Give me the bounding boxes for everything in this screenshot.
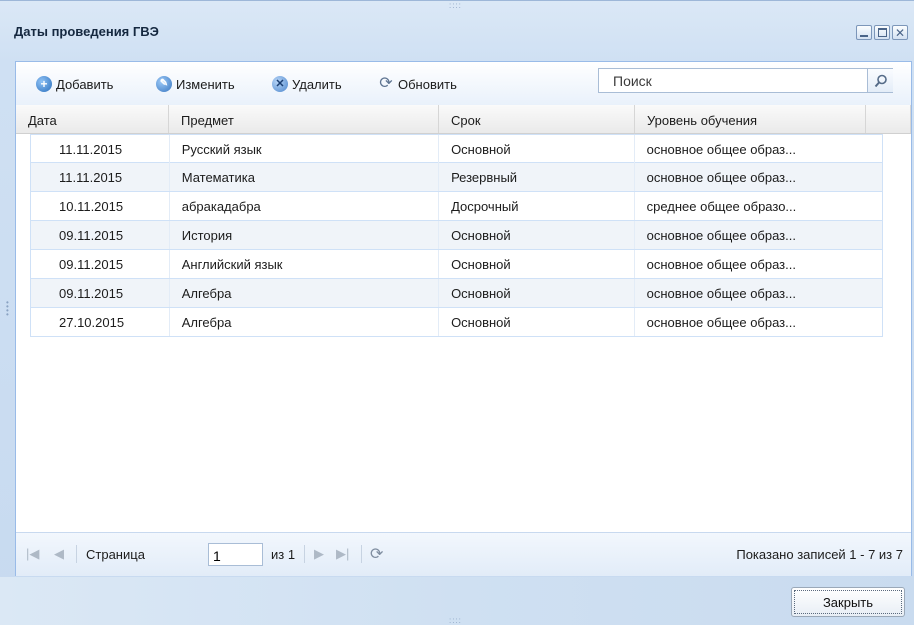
cell-date: 27.10.2015 — [31, 308, 170, 336]
column-header-spacer — [866, 105, 911, 133]
table-row[interactable]: 11.11.2015 Математика Резервный основное… — [30, 163, 883, 192]
page-count-label: из 1 — [271, 547, 296, 562]
cell-date: 11.11.2015 — [31, 163, 170, 191]
column-header-subject[interactable]: Предмет — [169, 105, 439, 133]
refresh-page-icon[interactable]: ⟳ — [370, 544, 383, 564]
dialog-window: :::: Даты проведения ГВЭ ✕ • • • • + Добави… — [0, 0, 914, 625]
delete-button-label: Удалить — [292, 76, 342, 92]
first-page-icon[interactable]: |◀ — [26, 546, 39, 562]
window-controls: ✕ — [856, 25, 908, 40]
add-button[interactable]: + Добавить — [36, 74, 113, 94]
edit-button-label: Изменить — [176, 76, 235, 92]
cell-date: 09.11.2015 — [31, 221, 170, 249]
cell-subject: История — [170, 221, 440, 249]
x-circle-icon: ✕ — [272, 76, 288, 92]
last-page-icon[interactable]: ▶| — [336, 546, 349, 562]
data-grid: Дата Предмет Срок Уровень обучения 11.11… — [16, 105, 911, 337]
cell-term: Основной — [439, 279, 635, 307]
search-box — [598, 68, 893, 93]
refresh-button[interactable]: ⟳ Обновить — [378, 74, 457, 94]
minimize-button[interactable] — [856, 25, 872, 40]
cell-term: Резервный — [439, 163, 635, 191]
table-row[interactable]: 11.11.2015 Русский язык Основной основно… — [30, 134, 883, 163]
cell-subject: Алгебра — [170, 308, 440, 336]
refresh-icon: ⟳ — [379, 75, 393, 92]
cell-term: Основной — [439, 250, 635, 278]
close-window-button[interactable]: ✕ — [892, 25, 908, 40]
cell-level: основное общее образ... — [646, 257, 796, 272]
add-button-label: Добавить — [56, 76, 114, 92]
cell-level: среднее общее образо... — [646, 199, 797, 214]
resize-grip-left[interactable]: • • • • — [6, 299, 9, 319]
pager-separator — [304, 545, 305, 563]
cell-level: основное общее образ... — [646, 170, 796, 185]
delete-button[interactable]: ✕ Удалить — [272, 74, 342, 94]
next-page-icon[interactable]: ▶ — [314, 546, 324, 562]
column-header-date[interactable]: Дата — [16, 105, 169, 133]
cell-subject: Русский язык — [170, 135, 440, 163]
cell-subject: Математика — [170, 163, 440, 191]
magnifier-icon — [874, 74, 887, 87]
records-status: Показано записей 1 - 7 из 7 — [736, 547, 903, 562]
cell-level: основное общее образ... — [646, 286, 796, 301]
cell-term: Основной — [439, 135, 635, 163]
close-button[interactable]: Закрыть — [791, 587, 905, 617]
minimize-icon — [860, 34, 868, 37]
grid-rows: 11.11.2015 Русский язык Основной основно… — [16, 134, 911, 337]
refresh-button-label: Обновить — [398, 76, 457, 92]
cell-term: Досрочный — [439, 192, 635, 220]
cell-term: Основной — [439, 308, 635, 336]
grid-panel: + Добавить ✎ Изменить ✕ Удалить ⟳ Обнови… — [15, 61, 912, 576]
page-label: Страница — [86, 547, 145, 562]
page-number-input[interactable] — [208, 543, 263, 566]
cell-subject: Алгебра — [170, 279, 440, 307]
toolbar: + Добавить ✎ Изменить ✕ Удалить ⟳ Обнови… — [16, 62, 911, 106]
cell-date: 11.11.2015 — [31, 135, 170, 163]
cell-level: основное общее образ... — [646, 142, 796, 157]
cell-subject: абракадабра — [170, 192, 440, 220]
window-title: Даты проведения ГВЭ — [14, 24, 159, 39]
column-header-level[interactable]: Уровень обучения — [635, 105, 866, 133]
search-input[interactable] — [599, 69, 865, 92]
pager-separator — [361, 545, 362, 563]
table-row[interactable]: 09.11.2015 История Основной основное общ… — [30, 221, 883, 250]
cell-subject: Английский язык — [170, 250, 440, 278]
grid-header: Дата Предмет Срок Уровень обучения — [16, 105, 911, 134]
cell-level: основное общее образ... — [646, 315, 796, 330]
prev-page-icon[interactable]: ◀ — [54, 546, 64, 562]
cell-date: 09.11.2015 — [31, 250, 170, 278]
table-row[interactable]: 27.10.2015 Алгебра Основной основное общ… — [30, 308, 883, 337]
table-row[interactable]: 09.11.2015 Английский язык Основной осно… — [30, 250, 883, 279]
maximize-button[interactable] — [874, 25, 890, 40]
cell-term: Основной — [439, 221, 635, 249]
column-header-term[interactable]: Срок — [439, 105, 635, 133]
maximize-icon — [877, 28, 887, 37]
cell-date: 10.11.2015 — [31, 192, 170, 220]
table-row[interactable]: 10.11.2015 абракадабра Досрочный среднее… — [30, 192, 883, 221]
pencil-icon: ✎ — [156, 76, 172, 92]
cell-date: 09.11.2015 — [31, 279, 170, 307]
cell-level: основное общее образ... — [646, 228, 796, 243]
edit-button[interactable]: ✎ Изменить — [156, 74, 235, 94]
plus-circle-icon: + — [36, 76, 52, 92]
title-bar[interactable]: :::: Даты проведения ГВЭ ✕ — [0, 1, 914, 45]
table-row[interactable]: 09.11.2015 Алгебра Основной основное общ… — [30, 279, 883, 308]
resize-grip-top[interactable]: :::: — [449, 1, 462, 10]
close-icon: ✕ — [894, 25, 906, 40]
pager-separator — [76, 545, 77, 563]
search-button[interactable] — [867, 69, 893, 92]
paging-toolbar: |◀ ◀ Страница из 1 ▶ ▶| ⟳ Показано запис… — [16, 532, 911, 576]
